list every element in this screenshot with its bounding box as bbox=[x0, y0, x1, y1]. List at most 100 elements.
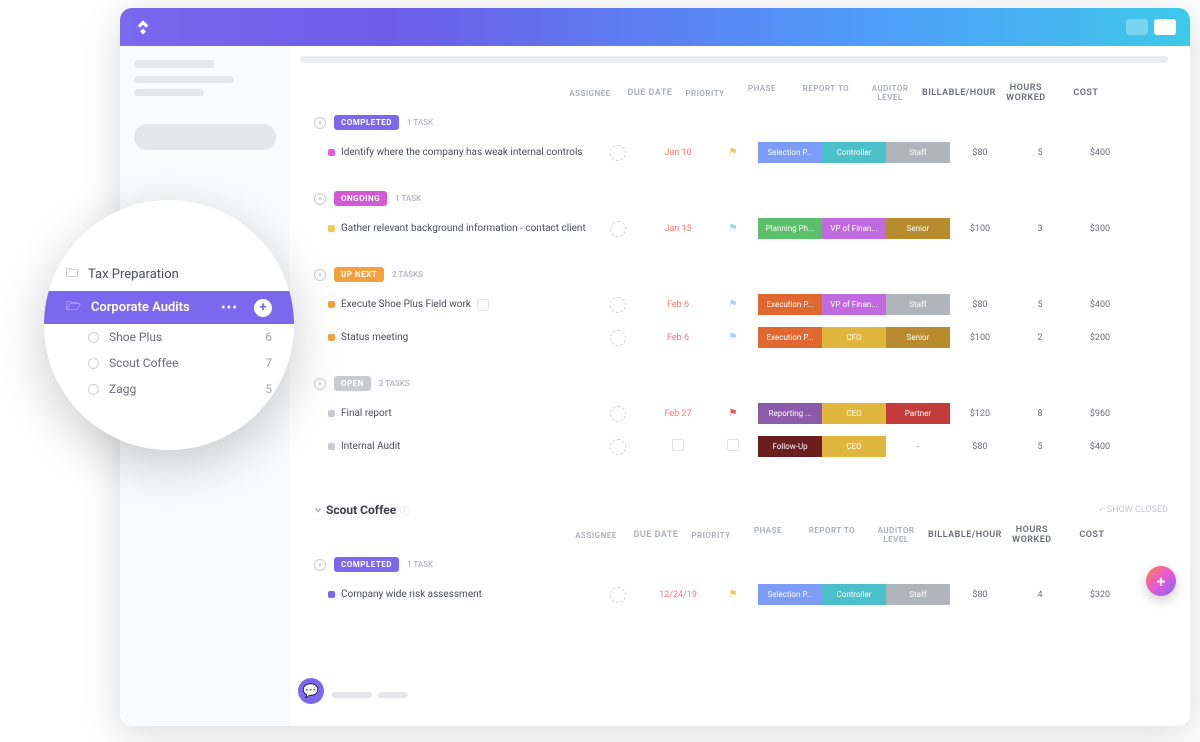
col-priority[interactable]: PRIORITY bbox=[680, 89, 730, 98]
tag-auditor-level[interactable]: Senior bbox=[886, 327, 950, 348]
due-date-cell[interactable]: Jan 15 bbox=[648, 224, 708, 234]
priority-cell[interactable]: ⚑ bbox=[708, 589, 758, 600]
help-chat-button[interactable]: 💬 bbox=[298, 678, 324, 704]
quick-create-fab[interactable]: + bbox=[1146, 566, 1176, 596]
status-pill[interactable]: COMPLETED bbox=[334, 557, 399, 572]
task-row[interactable]: Identify where the company has weak inte… bbox=[300, 136, 1168, 169]
hours-cell[interactable]: 8 bbox=[1010, 409, 1070, 419]
priority-cell[interactable]: ⚑ bbox=[708, 408, 758, 419]
date-placeholder-icon[interactable] bbox=[727, 439, 739, 451]
tag-report-to[interactable]: CEO bbox=[822, 436, 886, 457]
col-cost[interactable]: COST bbox=[1056, 88, 1116, 98]
assignee-placeholder[interactable] bbox=[610, 145, 626, 161]
priority-cell[interactable]: ⚑ bbox=[708, 332, 758, 343]
due-date-cell[interactable]: Feb 6 bbox=[648, 300, 708, 310]
list-zagg[interactable]: Zagg 5 bbox=[44, 376, 294, 402]
tag-auditor-level[interactable]: Staff bbox=[886, 294, 950, 315]
folder-corporate-audits[interactable]: 🗁 Corporate Audits ••• + bbox=[44, 291, 294, 324]
subtask-icon[interactable] bbox=[477, 299, 489, 311]
cost-cell[interactable]: $200 bbox=[1070, 333, 1130, 343]
tag-phase[interactable]: Selection P... bbox=[758, 142, 822, 163]
billable-cell[interactable]: $100 bbox=[950, 333, 1010, 343]
window-button-1[interactable] bbox=[1126, 19, 1148, 35]
priority-cell[interactable] bbox=[708, 439, 758, 454]
billable-cell[interactable]: $100 bbox=[950, 224, 1010, 234]
list-scout-coffee[interactable]: Scout Coffee 7 bbox=[44, 350, 294, 376]
priority-cell[interactable]: ⚑ bbox=[708, 147, 758, 158]
tag-report-to[interactable]: CFO bbox=[822, 327, 886, 348]
tag-auditor-level[interactable]: Staff bbox=[886, 142, 950, 163]
due-date-cell[interactable]: Jan 10 bbox=[648, 148, 708, 158]
task-row[interactable]: Execute Shoe Plus Field work Feb 6 ⚑ Exe… bbox=[300, 288, 1168, 321]
tag-auditor-level[interactable]: Staff bbox=[886, 584, 950, 605]
list-section-header[interactable]: Scout Coffee ⓘ ✓ SHOW CLOSED bbox=[314, 503, 1168, 517]
tag-phase[interactable]: Execution P... bbox=[758, 327, 822, 348]
tag-phase[interactable]: Planning Ph... bbox=[758, 218, 822, 239]
cost-cell[interactable]: $400 bbox=[1070, 442, 1130, 452]
hours-cell[interactable]: 5 bbox=[1010, 442, 1070, 452]
status-pill[interactable]: UP NEXT bbox=[334, 267, 384, 282]
col-phase[interactable]: PHASE bbox=[730, 84, 794, 102]
col-billable[interactable]: BILLABLE/HOUR bbox=[922, 88, 996, 98]
task-row[interactable]: Company wide risk assessment 12/24/19 ⚑ … bbox=[300, 578, 1168, 611]
task-row[interactable]: Gather relevant background information -… bbox=[300, 212, 1168, 245]
assignee-placeholder[interactable] bbox=[610, 330, 626, 346]
add-list-button[interactable]: + bbox=[254, 299, 272, 317]
status-group-header[interactable]: ▾ OPEN 2 TASKS bbox=[314, 376, 1168, 391]
collapse-toggle-icon[interactable]: ▾ bbox=[314, 117, 326, 129]
due-date-cell[interactable]: 12/24/19 bbox=[648, 590, 708, 600]
task-row[interactable]: Internal Audit Follow-Up CEO - $80 5 $40… bbox=[300, 430, 1168, 463]
tag-phase[interactable]: Reporting ... bbox=[758, 403, 822, 424]
cost-cell[interactable]: $300 bbox=[1070, 224, 1130, 234]
hours-cell[interactable]: 3 bbox=[1010, 224, 1070, 234]
hours-cell[interactable]: 2 bbox=[1010, 333, 1070, 343]
billable-cell[interactable]: $80 bbox=[950, 590, 1010, 600]
cost-cell[interactable]: $400 bbox=[1070, 300, 1130, 310]
tag-phase[interactable]: Follow-Up bbox=[758, 436, 822, 457]
hours-cell[interactable]: 5 bbox=[1010, 300, 1070, 310]
priority-flag-icon[interactable]: ⚑ bbox=[729, 408, 738, 419]
cost-cell[interactable]: $960 bbox=[1070, 409, 1130, 419]
col-due-date[interactable]: DUE DATE bbox=[620, 88, 680, 98]
tag-auditor-level[interactable]: Senior bbox=[886, 218, 950, 239]
tag-phase[interactable]: Selection P... bbox=[758, 584, 822, 605]
assignee-placeholder[interactable] bbox=[610, 221, 626, 237]
col-hours[interactable]: HOURS WORKED bbox=[996, 83, 1056, 103]
task-row[interactable]: Status meeting Feb 6 ⚑ Execution P... CF… bbox=[300, 321, 1168, 354]
due-date-cell[interactable] bbox=[648, 439, 708, 454]
hours-cell[interactable]: 5 bbox=[1010, 148, 1070, 158]
status-group-header[interactable]: ▾ UP NEXT 2 TASKS bbox=[314, 267, 1168, 282]
status-group-header[interactable]: ▾ COMPLETED 1 TASK bbox=[314, 115, 1168, 130]
assignee-placeholder[interactable] bbox=[610, 587, 626, 603]
assignee-placeholder[interactable] bbox=[610, 297, 626, 313]
tag-report-to[interactable]: VP of Finan... bbox=[822, 294, 886, 315]
priority-flag-icon[interactable]: ⚑ bbox=[729, 332, 738, 343]
folder-options-icon[interactable]: ••• bbox=[221, 300, 238, 316]
col-assignee[interactable]: ASSIGNEE bbox=[560, 89, 620, 98]
billable-cell[interactable]: $80 bbox=[950, 300, 1010, 310]
tag-report-to[interactable]: VP of Finan... bbox=[822, 218, 886, 239]
status-pill[interactable]: COMPLETED bbox=[334, 115, 399, 130]
priority-cell[interactable]: ⚑ bbox=[708, 299, 758, 310]
tag-report-to[interactable]: CEO bbox=[822, 403, 886, 424]
show-closed-toggle[interactable]: ✓ SHOW CLOSED bbox=[1098, 505, 1168, 515]
tag-phase[interactable]: Execution P... bbox=[758, 294, 822, 315]
status-pill[interactable]: ONGOING bbox=[334, 191, 387, 206]
col-auditor-level[interactable]: AUDITOR LEVEL bbox=[858, 84, 922, 102]
status-pill[interactable]: OPEN bbox=[334, 376, 371, 391]
collapse-toggle-icon[interactable]: ▾ bbox=[314, 269, 326, 281]
due-date-cell[interactable]: Feb 27 bbox=[648, 409, 708, 419]
list-shoe-plus[interactable]: Shoe Plus 6 bbox=[44, 324, 294, 350]
priority-flag-icon[interactable]: ⚑ bbox=[729, 589, 738, 600]
tag-report-to[interactable]: Controller bbox=[822, 584, 886, 605]
tag-auditor-level[interactable]: Partner bbox=[886, 403, 950, 424]
tag-report-to[interactable]: Controller bbox=[822, 142, 886, 163]
status-group-header[interactable]: ▾ ONGOING 1 TASK bbox=[314, 191, 1168, 206]
assignee-placeholder[interactable] bbox=[610, 406, 626, 422]
cost-cell[interactable]: $400 bbox=[1070, 148, 1130, 158]
billable-cell[interactable]: $120 bbox=[950, 409, 1010, 419]
status-group-header[interactable]: ▾ COMPLETED 1 TASK bbox=[314, 557, 1168, 572]
collapse-toggle-icon[interactable]: ▾ bbox=[314, 193, 326, 205]
due-date-cell[interactable]: Feb 6 bbox=[648, 333, 708, 343]
billable-cell[interactable]: $80 bbox=[950, 442, 1010, 452]
